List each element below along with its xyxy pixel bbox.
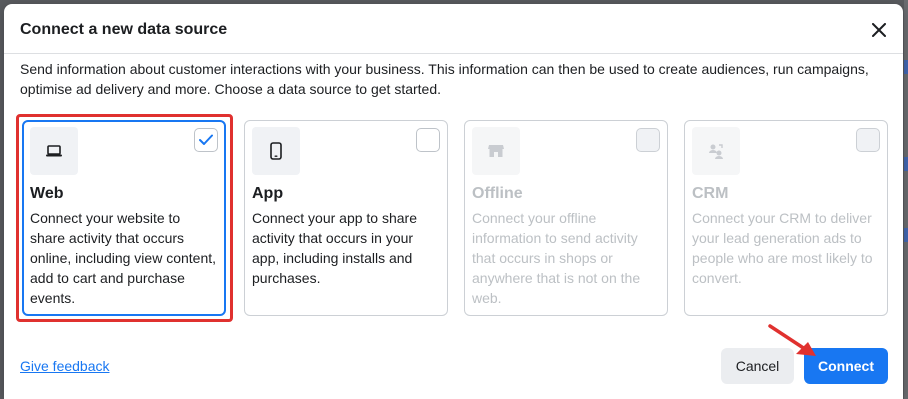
give-feedback-link[interactable]: Give feedback — [20, 358, 110, 374]
background-chip — [904, 157, 908, 171]
data-source-card-web[interactable]: Web Connect your website to share activi… — [22, 120, 226, 316]
card-title: Offline — [472, 185, 523, 202]
dialog-title: Connect a new data source — [20, 21, 228, 38]
card-description: Connect your offline information to send… — [472, 210, 641, 306]
dialog-description: Send information about customer interact… — [20, 61, 869, 97]
app-checkbox[interactable] — [416, 128, 440, 152]
data-source-card-app[interactable]: App Connect your app to share activity t… — [244, 120, 448, 316]
card-description: Connect your app to share activity that … — [252, 210, 417, 286]
data-source-card-offline: Offline Connect your offline information… — [464, 120, 668, 316]
card-title: CRM — [692, 185, 729, 202]
background-chip — [904, 228, 908, 242]
header-divider — [4, 53, 903, 54]
checkmark-icon — [199, 134, 213, 145]
crm-checkbox — [856, 128, 880, 152]
close-icon — [872, 23, 886, 37]
card-description: Connect your website to share activity t… — [30, 210, 217, 306]
data-source-card-crm: CRM Connect your CRM to deliver your lea… — [684, 120, 888, 316]
card-description: Connect your CRM to deliver your lead ge… — [692, 210, 873, 286]
cancel-button[interactable]: Cancel — [721, 348, 794, 384]
mobile-icon — [252, 127, 300, 175]
card-title: Web — [30, 185, 64, 202]
background-chip — [904, 60, 908, 74]
web-checkbox[interactable] — [194, 128, 218, 152]
card-title: App — [252, 185, 284, 202]
store-icon — [472, 127, 520, 175]
connect-data-source-dialog: Connect a new data source Send informati… — [4, 4, 903, 399]
laptop-icon — [30, 127, 78, 175]
crm-people-icon — [692, 127, 740, 175]
connect-button[interactable]: Connect — [804, 348, 888, 384]
close-button[interactable] — [869, 20, 889, 40]
offline-checkbox — [636, 128, 660, 152]
